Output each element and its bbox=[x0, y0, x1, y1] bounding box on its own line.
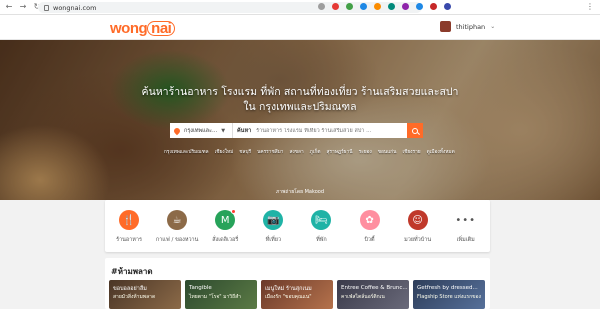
extension-icon[interactable] bbox=[360, 3, 367, 10]
more-icon: ••• bbox=[455, 214, 477, 226]
tile-title: Getfresh by dressed... bbox=[417, 285, 478, 291]
user-menu[interactable]: thitiphan ⌄ bbox=[440, 21, 495, 32]
coffee-icon: ☕ bbox=[167, 210, 188, 230]
city-link[interactable]: ระยอง bbox=[359, 148, 372, 156]
category-label: เพิ่มเติม bbox=[456, 237, 475, 243]
extension-icon[interactable] bbox=[332, 3, 339, 10]
location-pin-icon bbox=[172, 126, 182, 135]
chevron-down-icon: ▼ bbox=[221, 127, 226, 134]
category-item[interactable]: ☕ กาแฟ / ของหวาน bbox=[153, 200, 201, 252]
featured-tile[interactable]: เมนูใหม่ ร้านสุกเนมเมืองรัก "ขอบคุณแน" bbox=[261, 280, 333, 309]
browser-toolbar: ← → ↻ wongnai.com ⋮ bbox=[0, 0, 600, 15]
tile-subtitle: สายมัวสิ่งห้ามพลาด bbox=[113, 294, 156, 300]
section-title: #ห้ามพลาด bbox=[111, 267, 153, 276]
category-label: ร้านอาหาร bbox=[116, 237, 142, 243]
search-bar: กรุงเทพและ... ▼ ค้นหา bbox=[170, 123, 423, 138]
category-label: กาแฟ / ของหวาน bbox=[155, 237, 199, 243]
keyword-label: ค้นหา bbox=[237, 127, 252, 134]
category-label: มวยทั่วบ้าน bbox=[404, 237, 432, 243]
user-name: thitiphan bbox=[456, 22, 486, 31]
city-link[interactable]: สงขลา bbox=[289, 148, 303, 156]
back-icon[interactable]: ← bbox=[4, 2, 14, 12]
tile-title: Tangible bbox=[189, 285, 212, 291]
must-see-section: #ห้ามพลาด ขอบอลอย่าลืมสายมัวสิ่งห้ามพลาด… bbox=[105, 258, 490, 309]
keyword-box: ค้นหา bbox=[233, 123, 407, 138]
city-link[interactable]: ดูเมืองทั้งหมด bbox=[427, 148, 455, 156]
category-item[interactable]: 📷 ที่เที่ยว bbox=[249, 200, 297, 252]
city-link[interactable]: สุราษฎร์ธานี bbox=[327, 148, 353, 156]
chevron-down-icon: ⌄ bbox=[490, 23, 496, 30]
fork-knife-icon: 🍴 bbox=[119, 210, 140, 230]
category-item[interactable]: M สั่งเดลิเวอรี่ bbox=[201, 200, 249, 252]
featured-tile[interactable]: ขอบอลอย่าลืมสายมัวสิ่งห้ามพลาด bbox=[109, 280, 181, 309]
hero-subtitle: ใน กรุงเทพและปริมณฑล bbox=[243, 101, 357, 113]
city-links: กรุงเทพและปริมณฑล เชียงใหม่ ชลบุรี นครราชสี… bbox=[164, 148, 461, 156]
category-item[interactable]: 🍴 ร้านอาหาร bbox=[105, 200, 153, 252]
tile-title: ขอบอลอย่าลืม bbox=[113, 286, 147, 292]
category-label: ที่พัก bbox=[316, 237, 327, 243]
featured-tile[interactable]: Getfresh by dressed... Flagship Store แห่… bbox=[413, 280, 485, 309]
avatar bbox=[440, 21, 451, 32]
bed-icon: 🛏 bbox=[311, 210, 332, 230]
extension-icon[interactable] bbox=[374, 3, 381, 10]
city-link[interactable]: นครราชสีมา bbox=[257, 148, 283, 156]
hero-banner: ค้นหาร้านอาหาร โรงแรม ที่พัก สถานที่ท่อง… bbox=[0, 40, 600, 200]
beauty-icon: ✿ bbox=[359, 210, 380, 230]
tile-subtitle: Flagship Store แห่งแรกของ bbox=[417, 294, 481, 300]
city-link[interactable]: ขอนแก่น bbox=[378, 148, 397, 156]
delivery-icon: M bbox=[215, 209, 237, 230]
extension-icon[interactable] bbox=[430, 3, 437, 10]
search-button[interactable] bbox=[407, 123, 423, 138]
category-label: สั่งเดลิเวอรี่ bbox=[212, 237, 239, 243]
extension-icon[interactable] bbox=[444, 3, 451, 10]
lock-icon bbox=[44, 4, 49, 11]
notification-dot bbox=[231, 209, 237, 214]
category-item[interactable]: ••• เพิ่มเติม bbox=[442, 200, 490, 252]
extension-icon[interactable] bbox=[416, 3, 423, 10]
url-text: wongnai.com bbox=[53, 3, 97, 12]
city-link[interactable]: เชียงราย bbox=[402, 148, 420, 156]
category-label: บิวตี้ bbox=[364, 237, 375, 243]
chef-icon: ☺ bbox=[407, 210, 428, 230]
location-value: กรุงเทพและ... bbox=[184, 127, 218, 134]
browser-menu-icon[interactable]: ⋮ bbox=[586, 2, 594, 11]
extension-icon[interactable] bbox=[318, 3, 325, 10]
site-header: wong nai thitiphan ⌄ bbox=[0, 15, 600, 40]
camera-icon: 📷 bbox=[263, 210, 284, 230]
location-select[interactable]: กรุงเทพและ... ▼ bbox=[170, 123, 233, 138]
extension-icon[interactable] bbox=[402, 3, 409, 10]
city-link[interactable]: ภูเก็ต bbox=[310, 148, 321, 156]
tile-subtitle: เมืองรัก "ขอบคุณแน" bbox=[265, 294, 312, 300]
category-item[interactable]: ✿ บิวตี้ bbox=[345, 200, 393, 252]
logo-badge: nai bbox=[147, 21, 176, 36]
logo-text: wong bbox=[110, 20, 148, 37]
forward-icon[interactable]: → bbox=[18, 2, 28, 12]
extension-icon[interactable] bbox=[346, 3, 353, 10]
city-link[interactable]: กรุงเทพและปริมณฑล bbox=[164, 148, 209, 156]
category-label: ที่เที่ยว bbox=[265, 237, 282, 243]
featured-tiles: ขอบอลอย่าลืมสายมัวสิ่งห้ามพลาด Tangible ไท… bbox=[109, 280, 489, 309]
wongnai-logo[interactable]: wong nai bbox=[110, 20, 176, 37]
category-item[interactable]: ☺ มวยทั่วบ้าน bbox=[394, 200, 442, 252]
search-icon bbox=[412, 127, 418, 134]
tile-title: Entree Coffee & Brunc... bbox=[341, 285, 408, 291]
hero-overlay bbox=[0, 40, 600, 200]
photo-credit: ภาพถ่ายโดย Makood bbox=[275, 189, 324, 195]
search-input[interactable] bbox=[256, 127, 397, 134]
extension-icon[interactable] bbox=[388, 3, 395, 10]
featured-tile[interactable]: Entree Coffee & Brunc... คาเฟ่สไตล์นอร์ดิ… bbox=[337, 280, 409, 309]
extension-icons bbox=[318, 3, 458, 10]
city-link[interactable]: เชียงใหม่ bbox=[215, 148, 234, 156]
category-item[interactable]: 🛏 ที่พัก bbox=[297, 200, 345, 252]
featured-tile[interactable]: Tangible ไทยตาม "โรจ" มาวิถีสำ bbox=[185, 280, 257, 309]
tile-title: เมนูใหม่ ร้านสุกเนม bbox=[265, 286, 312, 292]
tile-subtitle: คาเฟ่สไตล์นอร์ดิกเน bbox=[341, 294, 385, 300]
city-link[interactable]: ชลบุรี bbox=[239, 148, 251, 156]
tile-subtitle: ไทยตาม "โรจ" มาวิถีสำ bbox=[189, 294, 241, 300]
category-bar: 🍴 ร้านอาหาร ☕ กาแฟ / ของหวาน M สั่งเดลิเวอรี่… bbox=[105, 200, 490, 252]
